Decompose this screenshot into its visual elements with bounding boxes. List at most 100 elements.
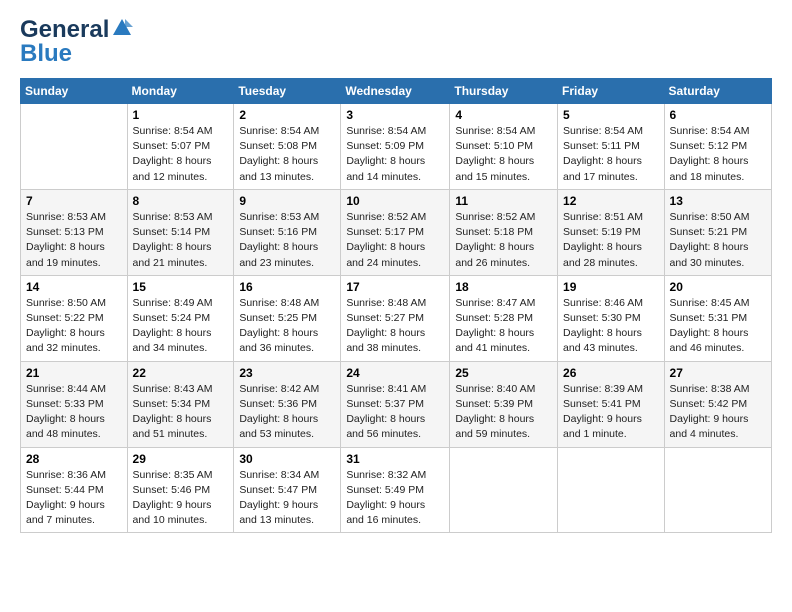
calendar-week-row: 21 Sunrise: 8:44 AMSunset: 5:33 PMDayligh…: [21, 361, 772, 447]
day-info: Sunrise: 8:52 AMSunset: 5:17 PMDaylight:…: [346, 210, 444, 271]
col-sunday: Sunday: [21, 79, 128, 104]
calendar-day-cell: 25Sunrise: 8:40 AMSunset: 5:39 PMDayligh…: [450, 361, 558, 447]
day-info: Sunrise: 8:52 AMSunset: 5:18 PMDaylight:…: [455, 210, 552, 271]
calendar-day-cell: 28 Sunrise: 8:36 AMSunset: 5:44 PMDayligh…: [21, 447, 128, 533]
day-info: Sunrise: 8:54 AMSunset: 5:07 PMDaylight:…: [133, 124, 229, 185]
day-number: 22: [133, 366, 229, 380]
day-info: Sunrise: 8:32 AMSunset: 5:49 PMDaylight:…: [346, 468, 444, 529]
calendar-day-cell: 17Sunrise: 8:48 AMSunset: 5:27 PMDayligh…: [341, 275, 450, 361]
calendar-table: Sunday Monday Tuesday Wednesday Thursday…: [20, 78, 772, 533]
calendar-day-cell: 20 Sunrise: 8:45 AMSunset: 5:31 PMDayligh…: [664, 275, 771, 361]
day-info: Sunrise: 8:47 AMSunset: 5:28 PMDaylight:…: [455, 296, 552, 357]
calendar-day-cell: 12Sunrise: 8:51 AMSunset: 5:19 PMDayligh…: [558, 189, 665, 275]
day-number: 17: [346, 280, 444, 294]
day-number: 9: [239, 194, 335, 208]
calendar-day-cell: 29 Sunrise: 8:35 AMSunset: 5:46 PMDayligh…: [127, 447, 234, 533]
day-number: 2: [239, 108, 335, 122]
calendar-day-cell: 30Sunrise: 8:34 AMSunset: 5:47 PMDayligh…: [234, 447, 341, 533]
calendar-day-cell: 23 Sunrise: 8:42 AMSunset: 5:36 PMDayligh…: [234, 361, 341, 447]
col-monday: Monday: [127, 79, 234, 104]
day-info: Sunrise: 8:35 AMSunset: 5:46 PMDaylight:…: [133, 468, 229, 529]
calendar-day-cell: 11 Sunrise: 8:52 AMSunset: 5:18 PMDayligh…: [450, 189, 558, 275]
day-number: 18: [455, 280, 552, 294]
col-saturday: Saturday: [664, 79, 771, 104]
calendar-week-row: 28 Sunrise: 8:36 AMSunset: 5:44 PMDayligh…: [21, 447, 772, 533]
day-number: 4: [455, 108, 552, 122]
day-info: Sunrise: 8:38 AMSunset: 5:42 PMDaylight:…: [670, 382, 766, 443]
calendar-day-cell: 5Sunrise: 8:54 AMSunset: 5:11 PMDaylight…: [558, 104, 665, 190]
calendar-day-cell: 26 Sunrise: 8:39 AMSunset: 5:41 PMDayligh…: [558, 361, 665, 447]
calendar-week-row: 7 Sunrise: 8:53 AMSunset: 5:13 PMDaylight…: [21, 189, 772, 275]
calendar-day-cell: 9 Sunrise: 8:53 AMSunset: 5:16 PMDaylight…: [234, 189, 341, 275]
day-info: Sunrise: 8:46 AMSunset: 5:30 PMDaylight:…: [563, 296, 659, 357]
calendar-day-cell: 22 Sunrise: 8:43 AMSunset: 5:34 PMDayligh…: [127, 361, 234, 447]
col-friday: Friday: [558, 79, 665, 104]
calendar-day-cell: 6Sunrise: 8:54 AMSunset: 5:12 PMDaylight…: [664, 104, 771, 190]
calendar-day-cell: [558, 447, 665, 533]
calendar-day-cell: 31 Sunrise: 8:32 AMSunset: 5:49 PMDayligh…: [341, 447, 450, 533]
calendar-day-cell: [664, 447, 771, 533]
day-number: 1: [133, 108, 229, 122]
day-number: 13: [670, 194, 766, 208]
calendar-day-cell: 4 Sunrise: 8:54 AMSunset: 5:10 PMDaylight…: [450, 104, 558, 190]
calendar-page: General Blue Sunday Monday Tuesday Wedne…: [0, 0, 792, 612]
calendar-day-cell: 8 Sunrise: 8:53 AMSunset: 5:14 PMDaylight…: [127, 189, 234, 275]
calendar-header-row: Sunday Monday Tuesday Wednesday Thursday…: [21, 79, 772, 104]
day-info: Sunrise: 8:43 AMSunset: 5:34 PMDaylight:…: [133, 382, 229, 443]
day-info: Sunrise: 8:39 AMSunset: 5:41 PMDaylight:…: [563, 382, 659, 443]
calendar-day-cell: 1 Sunrise: 8:54 AMSunset: 5:07 PMDaylight…: [127, 104, 234, 190]
calendar-day-cell: 14 Sunrise: 8:50 AMSunset: 5:22 PMDayligh…: [21, 275, 128, 361]
day-info: Sunrise: 8:54 AMSunset: 5:09 PMDaylight:…: [346, 124, 444, 185]
day-number: 14: [26, 280, 122, 294]
day-number: 26: [563, 366, 659, 380]
calendar-day-cell: 13Sunrise: 8:50 AMSunset: 5:21 PMDayligh…: [664, 189, 771, 275]
day-info: Sunrise: 8:45 AMSunset: 5:31 PMDaylight:…: [670, 296, 766, 357]
day-info: Sunrise: 8:54 AMSunset: 5:11 PMDaylight:…: [563, 124, 659, 185]
day-info: Sunrise: 8:53 AMSunset: 5:14 PMDaylight:…: [133, 210, 229, 271]
day-number: 27: [670, 366, 766, 380]
logo: General Blue: [20, 16, 133, 68]
calendar-day-cell: 21 Sunrise: 8:44 AMSunset: 5:33 PMDayligh…: [21, 361, 128, 447]
calendar-day-cell: 10 Sunrise: 8:52 AMSunset: 5:17 PMDayligh…: [341, 189, 450, 275]
calendar-day-cell: 19 Sunrise: 8:46 AMSunset: 5:30 PMDayligh…: [558, 275, 665, 361]
logo-icon: [111, 17, 133, 39]
day-info: Sunrise: 8:36 AMSunset: 5:44 PMDaylight:…: [26, 468, 122, 529]
day-info: Sunrise: 8:54 AMSunset: 5:08 PMDaylight:…: [239, 124, 335, 185]
col-wednesday: Wednesday: [341, 79, 450, 104]
day-number: 31: [346, 452, 444, 466]
calendar-day-cell: 2 Sunrise: 8:54 AMSunset: 5:08 PMDaylight…: [234, 104, 341, 190]
day-number: 16: [239, 280, 335, 294]
calendar-day-cell: 27 Sunrise: 8:38 AMSunset: 5:42 PMDayligh…: [664, 361, 771, 447]
calendar-day-cell: 3 Sunrise: 8:54 AMSunset: 5:09 PMDaylight…: [341, 104, 450, 190]
calendar-week-row: 1 Sunrise: 8:54 AMSunset: 5:07 PMDaylight…: [21, 104, 772, 190]
logo-blue: Blue: [20, 40, 72, 68]
day-info: Sunrise: 8:42 AMSunset: 5:36 PMDaylight:…: [239, 382, 335, 443]
day-info: Sunrise: 8:53 AMSunset: 5:13 PMDaylight:…: [26, 210, 122, 271]
day-number: 23: [239, 366, 335, 380]
day-info: Sunrise: 8:34 AMSunset: 5:47 PMDaylight:…: [239, 468, 335, 529]
day-number: 3: [346, 108, 444, 122]
day-number: 19: [563, 280, 659, 294]
day-number: 10: [346, 194, 444, 208]
calendar-day-cell: 16Sunrise: 8:48 AMSunset: 5:25 PMDayligh…: [234, 275, 341, 361]
day-number: 15: [133, 280, 229, 294]
day-info: Sunrise: 8:44 AMSunset: 5:33 PMDaylight:…: [26, 382, 122, 443]
day-number: 20: [670, 280, 766, 294]
day-number: 12: [563, 194, 659, 208]
day-number: 7: [26, 194, 122, 208]
day-number: 8: [133, 194, 229, 208]
day-number: 24: [346, 366, 444, 380]
calendar-day-cell: 18 Sunrise: 8:47 AMSunset: 5:28 PMDayligh…: [450, 275, 558, 361]
day-number: 21: [26, 366, 122, 380]
calendar-day-cell: 24Sunrise: 8:41 AMSunset: 5:37 PMDayligh…: [341, 361, 450, 447]
day-info: Sunrise: 8:53 AMSunset: 5:16 PMDaylight:…: [239, 210, 335, 271]
day-info: Sunrise: 8:54 AMSunset: 5:10 PMDaylight:…: [455, 124, 552, 185]
calendar-day-cell: [21, 104, 128, 190]
day-number: 28: [26, 452, 122, 466]
day-number: 29: [133, 452, 229, 466]
day-info: Sunrise: 8:50 AMSunset: 5:22 PMDaylight:…: [26, 296, 122, 357]
col-thursday: Thursday: [450, 79, 558, 104]
day-number: 11: [455, 194, 552, 208]
day-info: Sunrise: 8:54 AMSunset: 5:12 PMDaylight:…: [670, 124, 766, 185]
day-number: 25: [455, 366, 552, 380]
